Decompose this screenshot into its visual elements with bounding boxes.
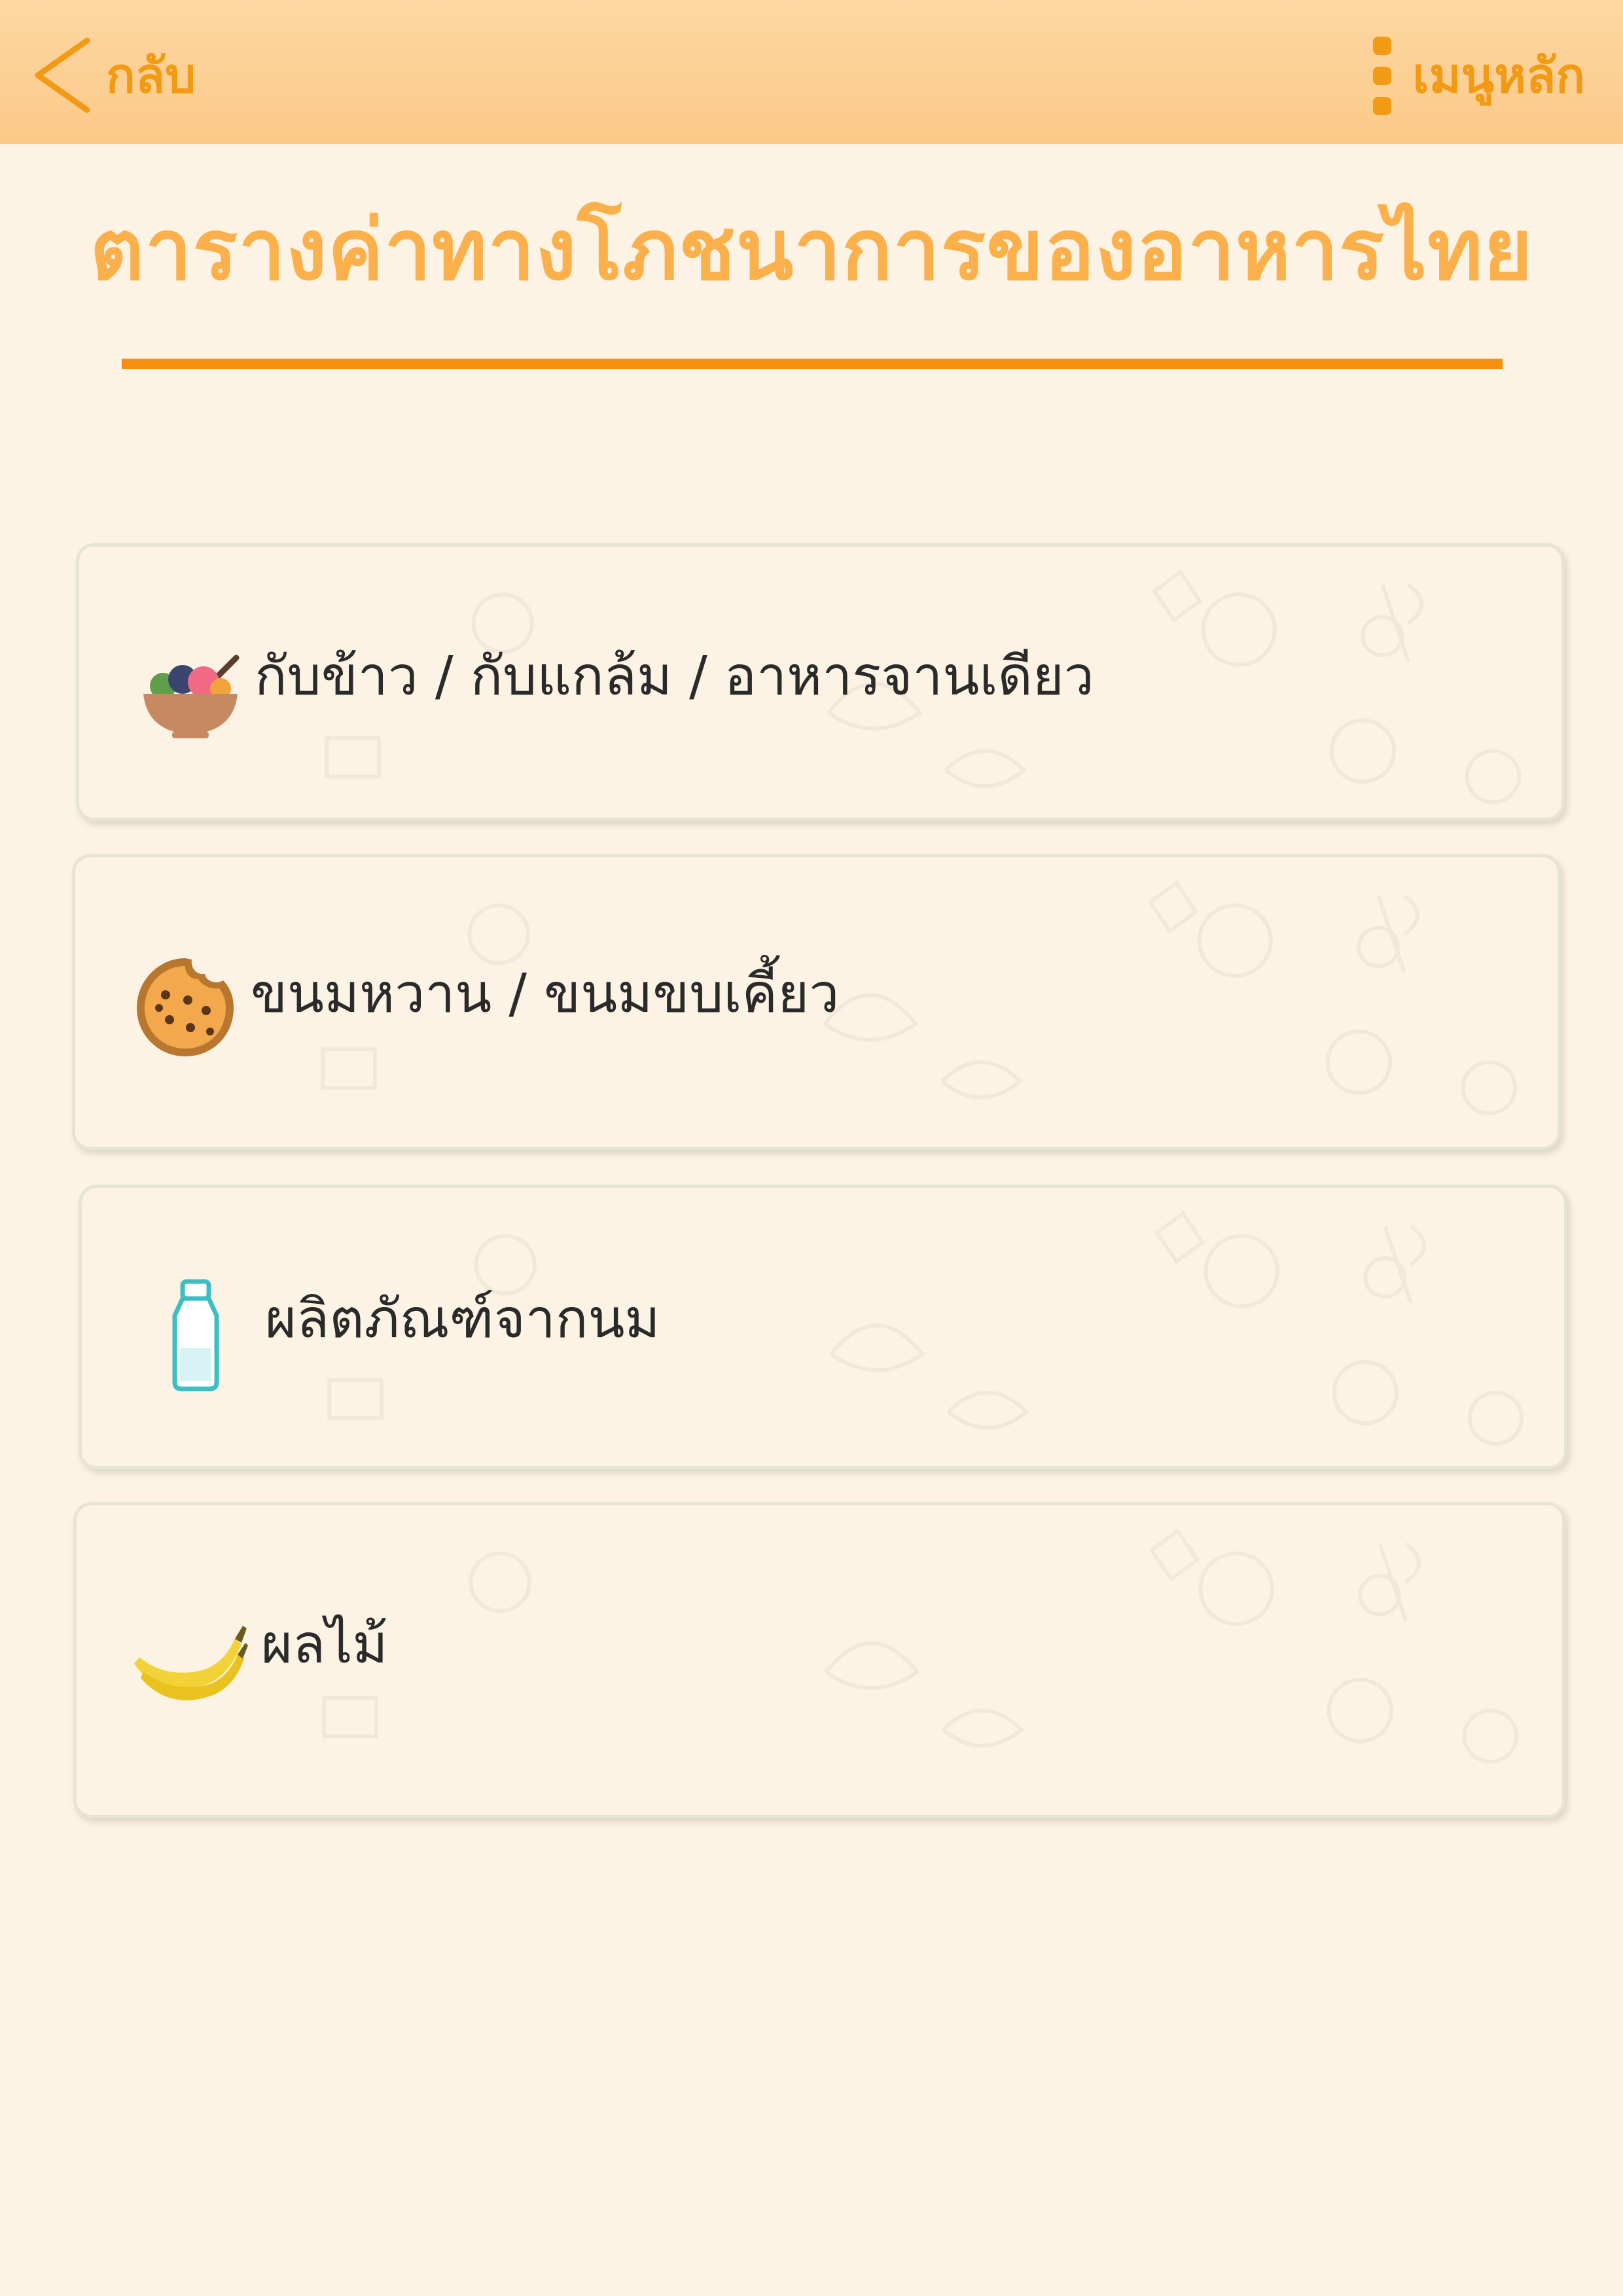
banana-icon <box>134 1626 248 1700</box>
food-bowl-icon <box>143 655 240 738</box>
menu-item-label: กับข้าว / กับแกล้ม / อาหารจานเดียว <box>255 645 1094 708</box>
cookie-icon <box>137 958 234 1056</box>
menu-item-desserts-snacks[interactable]: ขนมหวาน / ขนมขบเคี้ยว <box>72 854 1561 1150</box>
menu-item-dairy-products[interactable]: ผลิตภัณฑ์จากนม <box>79 1185 1567 1469</box>
menu-item-label: ผลไม้ <box>261 1613 388 1676</box>
main-menu-label: เมนูหลัก <box>1412 48 1585 104</box>
chevron-left-icon <box>35 37 90 113</box>
main-menu-button[interactable]: เมนูหลัก <box>1369 33 1585 118</box>
menu-item-label: ขนมหวาน / ขนมขบเคี้ยว <box>251 963 840 1025</box>
menu-item-label: ผลิตภัณฑ์จากนม <box>265 1288 660 1350</box>
more-vertical-icon <box>1373 37 1392 115</box>
back-button[interactable]: กลับ <box>25 33 196 118</box>
menu-item-main-dishes[interactable]: กับข้าว / กับแกล้ม / อาหารจานเดียว <box>76 543 1565 821</box>
back-label: กลับ <box>106 48 196 104</box>
top-app-bar: กลับ เมนูหลัก <box>0 0 1623 144</box>
menu-item-fruits[interactable]: ผลไม้ <box>73 1502 1565 1818</box>
milk-bottle-icon <box>172 1279 219 1391</box>
title-underline <box>122 359 1503 369</box>
page-title: ตารางค่าทางโภชนาการของอาหารไทย <box>90 202 1533 299</box>
